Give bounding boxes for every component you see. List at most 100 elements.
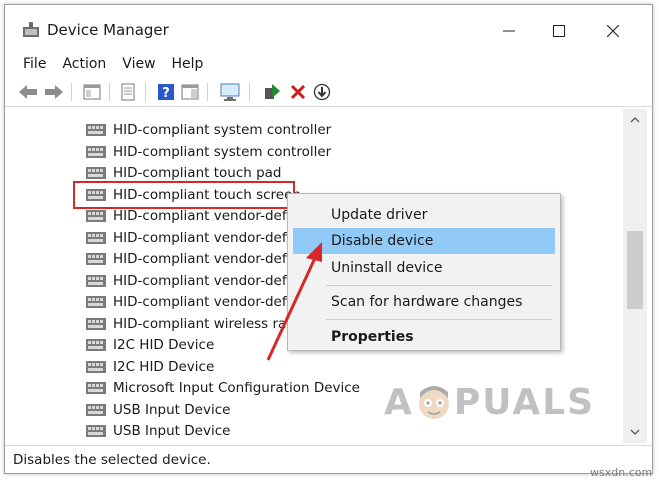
hid-device-icon [86,274,106,287]
toolbar-separator [109,83,110,101]
monitor-scan-icon [220,83,240,101]
menu-action[interactable]: Action [54,53,114,75]
menu-separator [326,319,552,320]
tree-item[interactable]: HID-compliant wireless radi [85,313,299,334]
hid-device-icon [86,360,106,373]
tree-item-label: HID-compliant vendor-defir [113,272,296,289]
hid-device-icon [86,381,106,394]
close-icon [607,25,619,37]
tree-item-label: I2C HID Device [113,336,215,353]
tree-item-label: I2C HID Device [113,358,215,375]
close-button[interactable] [590,15,636,47]
tree-item[interactable]: I2C HID Device [85,334,214,355]
tree-item-label: HID-compliant system controller [113,121,332,138]
tree-item[interactable]: HID-compliant touch pad [85,162,282,183]
tree-item-label: HID-compliant touch pad [113,164,282,181]
tree-item[interactable]: HID-compliant system controller [85,141,331,162]
hid-device-icon [86,338,106,351]
menu-file[interactable]: File [5,53,54,75]
tree-item-label: HID-compliant vendor-defir [113,293,296,310]
show-hide-tree-button[interactable] [81,81,103,103]
hid-device-icon [86,123,106,136]
uninstall-x-icon [290,84,306,100]
mascot-head-icon [418,386,449,419]
help-icon: ? [158,84,174,101]
uninstall-button[interactable] [287,81,309,103]
properties-icon [121,83,135,101]
vertical-scrollbar[interactable] [623,109,647,443]
window-title: Device Manager [47,21,169,39]
svg-text:?: ? [162,86,170,101]
menu-item-disable-device[interactable]: Disable device [293,228,555,254]
tree-item[interactable]: USB Input Device [85,399,230,420]
hid-device-icon [86,403,106,416]
action-pane-button[interactable] [179,81,201,103]
update-driver-icon [265,84,280,99]
back-arrow-icon [19,85,37,99]
menu-help[interactable]: Help [164,53,212,75]
action-pane-icon [181,84,199,100]
tree-item-label: HID-compliant vendor-defir [113,229,296,246]
status-bar: Disables the selected device. [5,445,652,473]
help-button[interactable]: ? [155,81,177,103]
hid-device-icon [86,295,106,308]
show-hide-tree-icon [83,84,101,100]
tree-item-label: HID-compliant system controller [113,143,332,160]
menu-view[interactable]: View [114,53,163,75]
back-button[interactable] [17,81,39,103]
disable-device-button[interactable] [311,81,333,103]
title-bar: Device Manager [5,5,652,53]
tree-item[interactable]: Microsoft Input Configuration Device [85,377,360,398]
watermark-text-left: A [384,381,414,423]
forward-button[interactable] [43,81,65,103]
watermark: A PUALS [384,378,595,426]
hid-device-icon [86,317,106,330]
toolbar-separator [71,83,72,101]
update-driver-button[interactable] [261,81,283,103]
minimize-button[interactable] [486,15,532,47]
hid-device-icon [86,424,106,437]
menu-item-update-driver[interactable]: Update driver [293,202,555,228]
hid-device-icon [86,252,106,265]
tree-item[interactable]: HID-compliant vendor-defir [85,291,296,312]
tree-item-label: HID-compliant vendor-defir [113,250,296,267]
minimize-icon [503,30,515,32]
watermark-text-right: PUALS [453,381,596,423]
hid-device-icon [86,209,106,222]
toolbar-separator [249,83,250,101]
menu-item-properties[interactable]: Properties [293,324,555,350]
properties-button[interactable] [117,81,139,103]
chevron-down-icon [630,429,640,435]
tree-item[interactable]: USB Input Device [85,420,230,441]
menu-item-uninstall-device[interactable]: Uninstall device [293,255,555,281]
corner-watermark: wsxdn.com [590,466,653,479]
chevron-up-icon [630,117,640,123]
scrollbar-thumb[interactable] [627,231,643,309]
hid-device-icon [86,231,106,244]
toolbar: ? [5,77,652,107]
tree-item-label: USB Input Device [113,401,231,418]
maximize-icon [553,25,565,37]
tree-item-label: HID-compliant vendor-defir [113,207,296,224]
tree-item[interactable]: I2C HID Device [85,356,214,377]
device-manager-app-icon [23,22,39,37]
menu-item-scan-hardware[interactable]: Scan for hardware changes [293,289,555,315]
context-menu: Update driver Disable device Uninstall d… [287,193,561,351]
tree-item-label: Microsoft Input Configuration Device [113,379,360,396]
scan-hardware-button[interactable] [219,81,241,103]
scroll-up-button[interactable] [623,111,647,129]
tree-item[interactable]: HID-compliant vendor-defir [85,227,296,248]
menu-bar: File Action View Help [5,53,652,75]
tree-item-label: USB Input Device [113,422,231,439]
toolbar-separator [145,83,146,101]
hid-device-icon [86,166,106,179]
tree-item-label: HID-compliant wireless radi [113,315,299,332]
maximize-button[interactable] [536,15,582,47]
tree-item[interactable]: HID-compliant vendor-defir [85,270,296,291]
hid-device-icon [86,145,106,158]
forward-arrow-icon [45,85,63,99]
tree-item[interactable]: HID-compliant system controller [85,119,331,140]
toolbar-separator [207,83,208,101]
scroll-down-button[interactable] [623,423,647,441]
tree-item[interactable]: HID-compliant vendor-defir [85,248,296,269]
